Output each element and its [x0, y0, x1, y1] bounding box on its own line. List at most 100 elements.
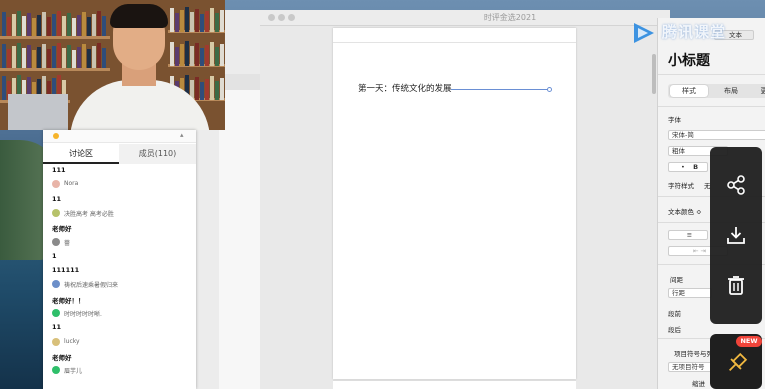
trash-icon	[728, 276, 744, 295]
avatar[interactable]	[52, 208, 60, 217]
tab-style[interactable]: 样式	[670, 85, 708, 97]
book-spine	[210, 76, 214, 100]
bold-button[interactable]: B	[693, 163, 698, 171]
inspector-divider	[658, 74, 765, 75]
message-text: 1	[52, 252, 192, 262]
tab-layout[interactable]: 布局	[712, 85, 750, 97]
download-icon	[727, 227, 745, 244]
book-spine	[27, 13, 31, 36]
book-spine	[205, 11, 209, 32]
book-spine	[62, 48, 66, 68]
next-document-page[interactable]	[333, 380, 576, 389]
message-author-name: 时时时时时晰.	[64, 311, 102, 318]
book-spine	[17, 43, 21, 68]
book-spine	[210, 42, 214, 66]
book-spine	[7, 49, 11, 68]
book-spine	[42, 12, 46, 36]
avatar[interactable]	[52, 337, 60, 346]
font-options-row[interactable]: • B	[668, 162, 708, 172]
message-author-name: 蔷	[64, 239, 71, 247]
paragraph-style-name[interactable]: 小标题	[668, 50, 710, 70]
font-family-select[interactable]: 宋体-简	[668, 130, 765, 140]
avatar[interactable]	[52, 180, 60, 189]
message-text: 111	[52, 166, 192, 176]
book-spine	[72, 18, 76, 36]
book-spine	[180, 44, 184, 66]
message-author: Nora	[52, 180, 192, 190]
indent-label: 缩进	[692, 380, 705, 388]
floating-action-toolbar	[710, 147, 762, 324]
tencent-classroom-logo: 腾讯课堂	[628, 18, 748, 48]
message-author-name: 祷祝后速乘暑假归来	[64, 282, 119, 290]
download-button[interactable]	[720, 219, 752, 251]
book-spine	[22, 48, 26, 68]
message-text: 老师好	[52, 352, 192, 362]
book-spine	[67, 13, 71, 36]
book-spine	[62, 16, 66, 36]
document-heading[interactable]: 第一天：传统文化的发展	[358, 82, 452, 94]
book-spine	[215, 47, 219, 66]
message-body: 1	[52, 251, 57, 260]
avatar[interactable]	[52, 309, 60, 317]
message-author: 蔷	[52, 237, 192, 248]
font-section-label: 字体	[668, 116, 681, 124]
message-body: 111	[52, 166, 66, 174]
message-text: 11	[52, 195, 192, 205]
tab-members[interactable]: 成员(110)	[119, 144, 196, 164]
book-spine	[2, 76, 6, 100]
message-body: 11	[52, 194, 62, 203]
book-spine	[57, 11, 61, 36]
selection-handle[interactable]	[547, 87, 552, 92]
character-style-label: 字符样式	[668, 182, 694, 190]
avatar[interactable]	[52, 280, 60, 289]
tab-more[interactable]: 更	[754, 85, 765, 97]
message-author: lucky	[52, 337, 192, 348]
align-left-button[interactable]: ≡	[668, 230, 708, 240]
book-spine	[170, 8, 174, 32]
message-author-name: 眉芋儿	[64, 368, 83, 376]
book-spine	[200, 14, 204, 32]
book-spine	[200, 82, 204, 100]
avatar[interactable]	[52, 366, 60, 375]
book-spine	[32, 50, 36, 68]
inspector-tabs: 样式 布局 更	[668, 84, 765, 98]
tab-discussion[interactable]: 讨论区	[43, 144, 119, 164]
share-icon	[727, 175, 745, 195]
book-spine	[220, 78, 224, 100]
book-spine	[97, 43, 101, 68]
message-text: 老师好	[52, 223, 192, 233]
book-spine	[7, 17, 11, 36]
pin-icon[interactable]: ▴	[180, 131, 184, 139]
book-spine	[185, 41, 189, 66]
message-author-name: lucky	[64, 337, 80, 345]
message-text: 111111	[52, 266, 192, 276]
logo-text: 腾讯课堂	[662, 23, 727, 41]
minimize-dot-icon[interactable]	[53, 133, 59, 139]
chat-topbar: ▴	[43, 130, 196, 143]
document-scrollbar[interactable]	[652, 54, 656, 94]
book-spine	[82, 44, 86, 68]
book-spine	[190, 12, 194, 32]
book-spine	[77, 15, 81, 36]
book-spine	[17, 11, 21, 36]
spacing-label[interactable]: 间距	[670, 274, 683, 284]
book-spine	[12, 46, 16, 68]
book-spine	[47, 17, 51, 36]
share-button[interactable]	[720, 169, 752, 201]
document-page[interactable]: 第一天：传统文化的发展	[333, 28, 576, 379]
book-spine	[102, 48, 106, 68]
book-spine	[57, 43, 61, 68]
inspector-divider	[658, 106, 765, 107]
delete-button[interactable]	[720, 269, 752, 301]
book-spine	[215, 81, 219, 100]
text-color-label[interactable]: 文本颜色 ≎	[668, 206, 702, 216]
logo-play-icon	[634, 23, 654, 43]
book-spine	[210, 8, 214, 32]
message-body: 11	[52, 323, 62, 332]
message-author-name: 决胜高考 高考必胜	[64, 210, 114, 218]
book-spine	[52, 14, 56, 36]
line-spacing-select[interactable]: 行距	[668, 288, 712, 298]
avatar[interactable]	[52, 237, 60, 246]
book-spine	[92, 14, 96, 36]
book-spine	[47, 49, 51, 68]
